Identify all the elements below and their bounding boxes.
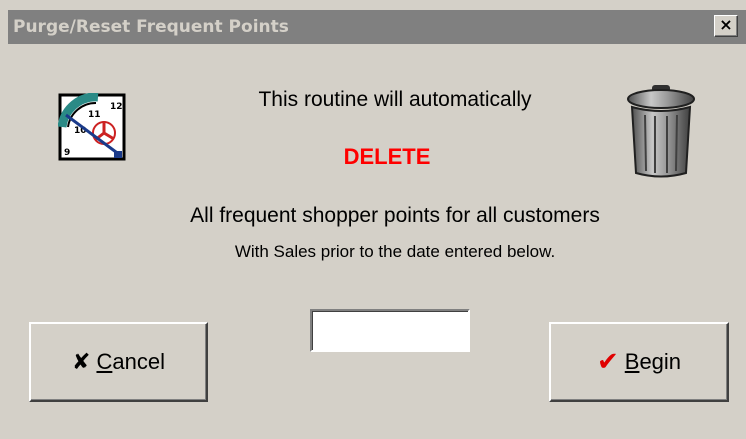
- delete-warning: DELETE: [343, 144, 431, 169]
- date-input[interactable]: [310, 309, 470, 352]
- message-line-3: With Sales prior to the date entered bel…: [234, 242, 556, 261]
- cancel-button[interactable]: ✘ Cancel: [29, 322, 208, 402]
- checkmark-icon: ✔: [596, 347, 619, 377]
- close-icon: ×: [719, 15, 733, 34]
- purge-reset-dialog: Purge/Reset Frequent Points × 11 12 10 9: [0, 0, 746, 439]
- begin-button[interactable]: ✔ Begin: [549, 322, 729, 402]
- x-icon: ✘: [72, 349, 91, 375]
- message-line-2: All frequent shopper points for all cust…: [190, 204, 600, 227]
- window-title: Purge/Reset Frequent Points: [13, 17, 289, 37]
- title-bar[interactable]: Purge/Reset Frequent Points ×: [8, 10, 746, 44]
- cancel-label: Cancel: [96, 349, 165, 374]
- message-line-1: This routine will automatically: [258, 88, 532, 111]
- begin-label: Begin: [624, 349, 682, 374]
- close-button[interactable]: ×: [714, 15, 738, 37]
